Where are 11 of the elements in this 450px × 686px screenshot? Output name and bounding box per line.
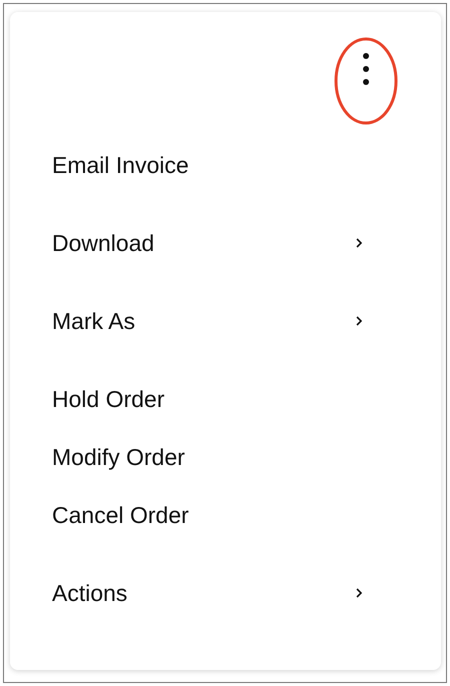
chevron-right-icon	[355, 237, 363, 249]
menu-item[interactable]: Cancel Order	[10, 486, 441, 544]
menu-item[interactable]: Hold Order	[10, 370, 441, 428]
chevron-right-icon	[355, 315, 363, 327]
menu-item[interactable]: Actions	[10, 564, 441, 622]
menu-item[interactable]: Modify Order	[10, 428, 441, 486]
kebab-menu-icon[interactable]	[362, 52, 370, 86]
menu-item[interactable]: Mark As	[10, 292, 441, 350]
menu-item[interactable]: Email Invoice	[10, 136, 441, 194]
menu-item[interactable]: Download	[10, 214, 441, 272]
chevron-right-icon	[355, 587, 363, 599]
